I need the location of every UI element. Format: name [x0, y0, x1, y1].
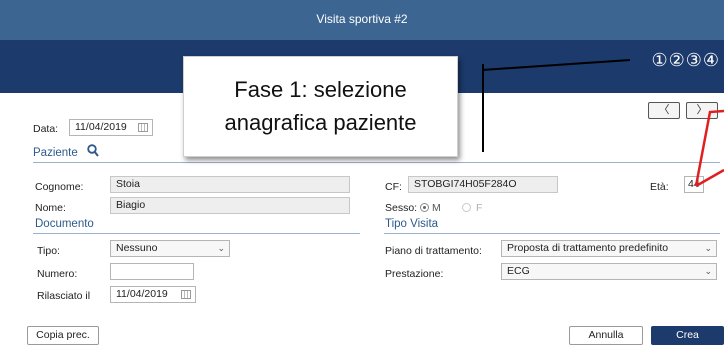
numero-field[interactable] — [110, 263, 194, 280]
sesso-label: Sesso: — [385, 202, 418, 214]
cf-field[interactable]: STOBGI74H05F284O — [408, 176, 558, 193]
window-titlebar: Visita sportiva #2 — [0, 0, 724, 40]
sesso-f-label: F — [476, 202, 483, 214]
rilasciato-label: Rilasciato il — [37, 290, 91, 302]
annotation-arrow — [694, 109, 724, 188]
callout-line-2: anagrafica paziente — [224, 110, 417, 135]
section-divider — [33, 162, 720, 163]
piano-value: Proposta di trattamento predefinito — [507, 242, 669, 254]
data-value: 11/04/2019 — [75, 121, 127, 133]
cognome-label: Cognome: — [35, 181, 84, 193]
sesso-m-label: M — [432, 202, 441, 214]
tipo-value: Nessuno — [116, 242, 158, 254]
rilasciato-field[interactable]: 11/04/2019 — [110, 286, 196, 303]
eta-label: Età: — [650, 181, 669, 193]
section-paziente: Paziente — [33, 147, 78, 159]
annotation-line-vertical — [482, 64, 484, 152]
cognome-field[interactable]: Stoia — [110, 176, 350, 193]
section-divider — [33, 233, 360, 234]
data-field[interactable]: 11/04/2019 — [69, 119, 153, 136]
annotation-callout: Fase 1: selezione anagrafica paziente — [183, 56, 458, 157]
piano-select[interactable]: Proposta di trattamento predefinito ⌄ — [501, 240, 717, 257]
tipo-select[interactable]: Nessuno ⌄ — [110, 240, 230, 257]
prev-step-button[interactable]: 〈 — [648, 102, 680, 119]
prestazione-select[interactable]: ECG ⌄ — [501, 263, 717, 280]
chevron-down-icon: ⌄ — [217, 243, 225, 253]
data-label: Data: — [33, 123, 59, 135]
section-documento: Documento — [35, 218, 94, 230]
callout-line-1: Fase 1: selezione — [234, 77, 407, 102]
nome-field[interactable]: Biagio — [110, 197, 350, 214]
tipo-label: Tipo: — [37, 245, 60, 257]
window-title: Visita sportiva #2 — [316, 12, 408, 26]
section-tipo-visita: Tipo Visita — [385, 218, 439, 230]
section-divider — [384, 233, 720, 234]
chevron-down-icon: ⌄ — [704, 266, 712, 276]
piano-label: Piano di trattamento: — [385, 245, 482, 257]
numero-label: Numero: — [37, 268, 78, 280]
chevron-down-icon: ⌄ — [704, 243, 712, 253]
sesso-f-radio[interactable] — [462, 203, 471, 212]
calendar-icon[interactable] — [138, 123, 148, 132]
copia-prec-button[interactable]: Copia prec. — [27, 326, 99, 345]
prestazione-label: Prestazione: — [385, 268, 444, 280]
rilasciato-value: 11/04/2019 — [116, 288, 168, 300]
calendar-icon[interactable] — [181, 290, 191, 299]
nome-label: Nome: — [35, 202, 66, 214]
cf-label: CF: — [385, 181, 402, 193]
sesso-m-radio[interactable] — [420, 203, 429, 212]
wizard-steps[interactable]: ①②③④ — [651, 50, 720, 71]
search-icon[interactable] — [87, 144, 99, 157]
prestazione-value: ECG — [507, 265, 530, 277]
annulla-button[interactable]: Annulla — [569, 326, 643, 345]
crea-button[interactable]: Crea — [651, 326, 724, 345]
annotation-line-horizontal — [482, 59, 631, 71]
